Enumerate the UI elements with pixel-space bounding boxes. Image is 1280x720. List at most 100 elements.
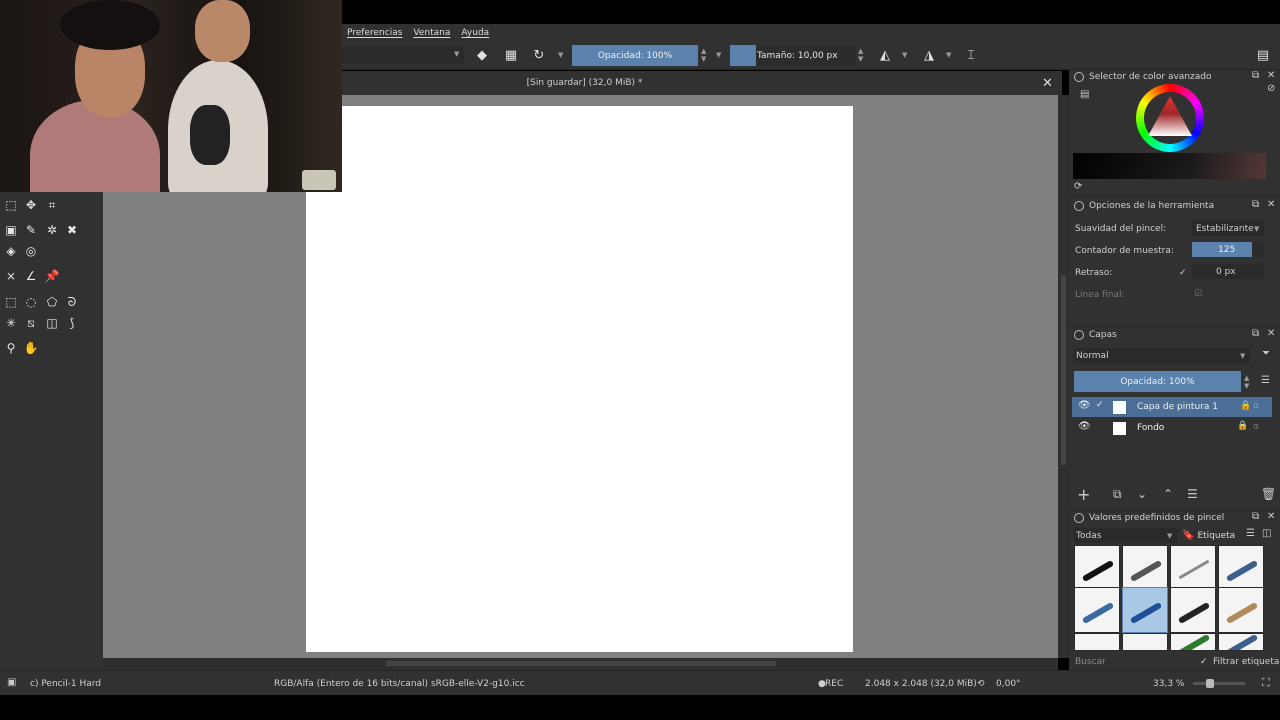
size-slider[interactable]: Tamaño: 10,00 px <box>730 45 856 66</box>
check-icon[interactable]: ✓ <box>1096 400 1104 410</box>
brush-preset-tile[interactable] <box>1122 545 1168 591</box>
chevron-down-icon[interactable]: ▼ <box>946 51 951 59</box>
brush-preset-tile[interactable] <box>1074 545 1120 591</box>
move-down-icon[interactable]: ⌄ <box>1137 487 1147 501</box>
chevron-down-icon[interactable]: ▼ <box>902 51 907 59</box>
brush-preset-select[interactable]: ▼ <box>342 46 464 64</box>
status-rotation[interactable]: 0,00° <box>996 679 1021 689</box>
layer-opacity-slider[interactable]: Opacidad: 100% <box>1074 371 1241 392</box>
scrollbar-thumb[interactable] <box>1061 275 1066 465</box>
brush-preset-tile-selected[interactable] <box>1122 587 1168 633</box>
check-icon[interactable]: ☑ <box>1194 289 1202 299</box>
blend-mode-select[interactable]: Normal ▼ <box>1074 348 1250 363</box>
docker-lock-icon[interactable] <box>1074 330 1084 340</box>
close-icon[interactable]: ✕ <box>1267 70 1275 81</box>
refresh-icon[interactable]: ⟳ <box>1074 181 1082 192</box>
panel-icon[interactable]: ◫ <box>1262 528 1271 539</box>
brush-preset-tile[interactable] <box>1074 587 1120 633</box>
magic-wand-icon[interactable]: ✳ <box>3 315 19 331</box>
smoothing-select[interactable]: Estabilizante ▼ <box>1192 221 1264 236</box>
menu-ventana[interactable]: Ventana <box>413 28 450 38</box>
fullscreen-icon[interactable]: ⛶ <box>1262 676 1270 690</box>
smart-patch-icon[interactable]: ✲ <box>44 222 60 238</box>
layer-properties-icon[interactable]: ☰ <box>1187 487 1198 501</box>
magnetic-select-icon[interactable]: ⟆ <box>64 315 80 331</box>
sample-count-slider[interactable]: 125 <box>1192 242 1264 257</box>
ellipse-select-icon[interactable]: ◌ <box>23 294 39 310</box>
float-docker-icon[interactable]: ⧉ <box>1252 328 1259 339</box>
enclose-fill-icon[interactable]: ◎ <box>23 243 39 259</box>
spin-arrows-icon[interactable]: ▲ ▼ <box>858 47 863 63</box>
alpha-icon[interactable]: α <box>1253 401 1259 411</box>
brush-preset-tile[interactable] <box>1218 587 1264 633</box>
close-icon[interactable]: ✕ <box>1042 76 1053 91</box>
zoom-icon[interactable]: ⚲ <box>3 340 19 356</box>
spin-arrows-icon[interactable]: ▲ ▼ <box>701 47 706 63</box>
docker-lock-icon[interactable] <box>1074 513 1084 523</box>
assistant-icon[interactable]: ⨯ <box>3 268 19 284</box>
fill-icon[interactable]: ◈ <box>3 243 19 259</box>
wrap-around-icon[interactable]: ⌶ <box>962 46 980 64</box>
menu-ayuda[interactable]: Ayuda <box>461 28 489 38</box>
lock-icon[interactable]: 🔒 <box>1237 421 1248 431</box>
menu-preferencias[interactable]: Preferencias <box>347 28 402 38</box>
select-shapes-icon[interactable]: ⬚ <box>3 197 19 213</box>
tag-button[interactable]: 🔖 Etiqueta <box>1182 528 1240 543</box>
brush-preset-tile[interactable] <box>1074 633 1120 651</box>
canvas-paper[interactable] <box>306 106 853 652</box>
add-layer-icon[interactable]: + <box>1077 485 1090 504</box>
rectangle-select-icon[interactable]: ⬚ <box>3 294 19 310</box>
filter-icon[interactable]: ⏷ <box>1262 348 1270 359</box>
color-wheel[interactable] <box>1136 84 1204 152</box>
eye-icon[interactable]: 👁 <box>1078 400 1091 411</box>
check-icon[interactable]: ✓ <box>1179 268 1187 278</box>
opacity-slider[interactable]: Opacidad: 100% <box>572 45 698 66</box>
mirror-vertical-icon[interactable]: ◮ <box>920 46 938 64</box>
hamburger-menu-icon[interactable]: ☰ <box>1261 375 1270 386</box>
brush-preset-tile[interactable] <box>1170 633 1216 651</box>
polygon-select-icon[interactable]: ⬠ <box>44 294 60 310</box>
float-docker-icon[interactable]: ⧉ <box>1252 511 1259 522</box>
move-icon[interactable]: ✥ <box>23 197 39 213</box>
crop-icon[interactable]: ⌗ <box>44 197 60 213</box>
bezier-select-icon[interactable]: ◫ <box>44 315 60 331</box>
workspace-chooser-icon[interactable]: ▤ <box>1254 46 1272 64</box>
gradient-icon[interactable]: ▣ <box>3 222 19 238</box>
alpha-lock-icon[interactable]: ▦ <box>502 46 520 64</box>
alpha-icon[interactable]: α <box>1253 422 1259 432</box>
status-brush-name[interactable]: c) Pencil-1 Hard <box>30 679 101 689</box>
docker-lock-icon[interactable] <box>1074 201 1084 211</box>
close-icon[interactable]: ✕ <box>1267 511 1275 522</box>
layer-row[interactable]: 👁 Fondo 🔒 α <box>1072 418 1272 438</box>
horizontal-scrollbar[interactable] <box>103 658 1058 670</box>
lock-icon[interactable]: 🔒 <box>1240 401 1251 411</box>
list-view-icon[interactable]: ☰ <box>1246 528 1255 539</box>
close-icon[interactable]: ✕ <box>1267 199 1275 210</box>
reference-pin-icon[interactable]: 📌 <box>44 268 60 284</box>
delay-field[interactable]: 0 px <box>1192 264 1264 279</box>
assistant-tool-icon[interactable]: ✖ <box>64 222 80 238</box>
layer-row[interactable]: 👁 ✓ Capa de pintura 1 🔒 α <box>1072 397 1272 417</box>
chevron-down-icon[interactable]: ▼ <box>558 51 563 59</box>
status-zoom[interactable]: 33,3 % <box>1153 679 1184 689</box>
color-picker-icon[interactable]: ✎ <box>23 222 39 238</box>
measure-icon[interactable]: ∠ <box>23 268 39 284</box>
duplicate-layer-icon[interactable]: ⧉ <box>1113 487 1122 502</box>
filter-tag-label[interactable]: Filtrar etiqueta <box>1213 657 1279 667</box>
brush-preset-tile[interactable] <box>1218 633 1264 651</box>
check-icon[interactable]: ✓ <box>1200 657 1208 667</box>
close-icon[interactable]: ✕ <box>1267 328 1275 339</box>
chevron-down-icon[interactable]: ▼ <box>716 51 721 59</box>
zoom-slider[interactable] <box>1193 682 1245 685</box>
spin-arrows-icon[interactable]: ▲ ▼ <box>1244 374 1249 390</box>
brush-preset-tile[interactable] <box>1170 587 1216 633</box>
delete-layer-icon[interactable]: 🗑 <box>1261 487 1276 501</box>
brush-preset-tile[interactable] <box>1170 545 1216 591</box>
eye-icon[interactable]: 👁 <box>1078 421 1091 432</box>
brush-icon[interactable]: ▣ <box>7 677 16 688</box>
document-title[interactable]: [Sin guardar] (32,0 MiB) * <box>342 78 827 88</box>
float-docker-icon[interactable]: ⧉ <box>1252 70 1259 81</box>
vertical-scrollbar[interactable] <box>1058 95 1069 658</box>
pan-hand-icon[interactable]: ✋ <box>23 340 39 356</box>
reload-preset-icon[interactable]: ↻ <box>530 46 548 64</box>
